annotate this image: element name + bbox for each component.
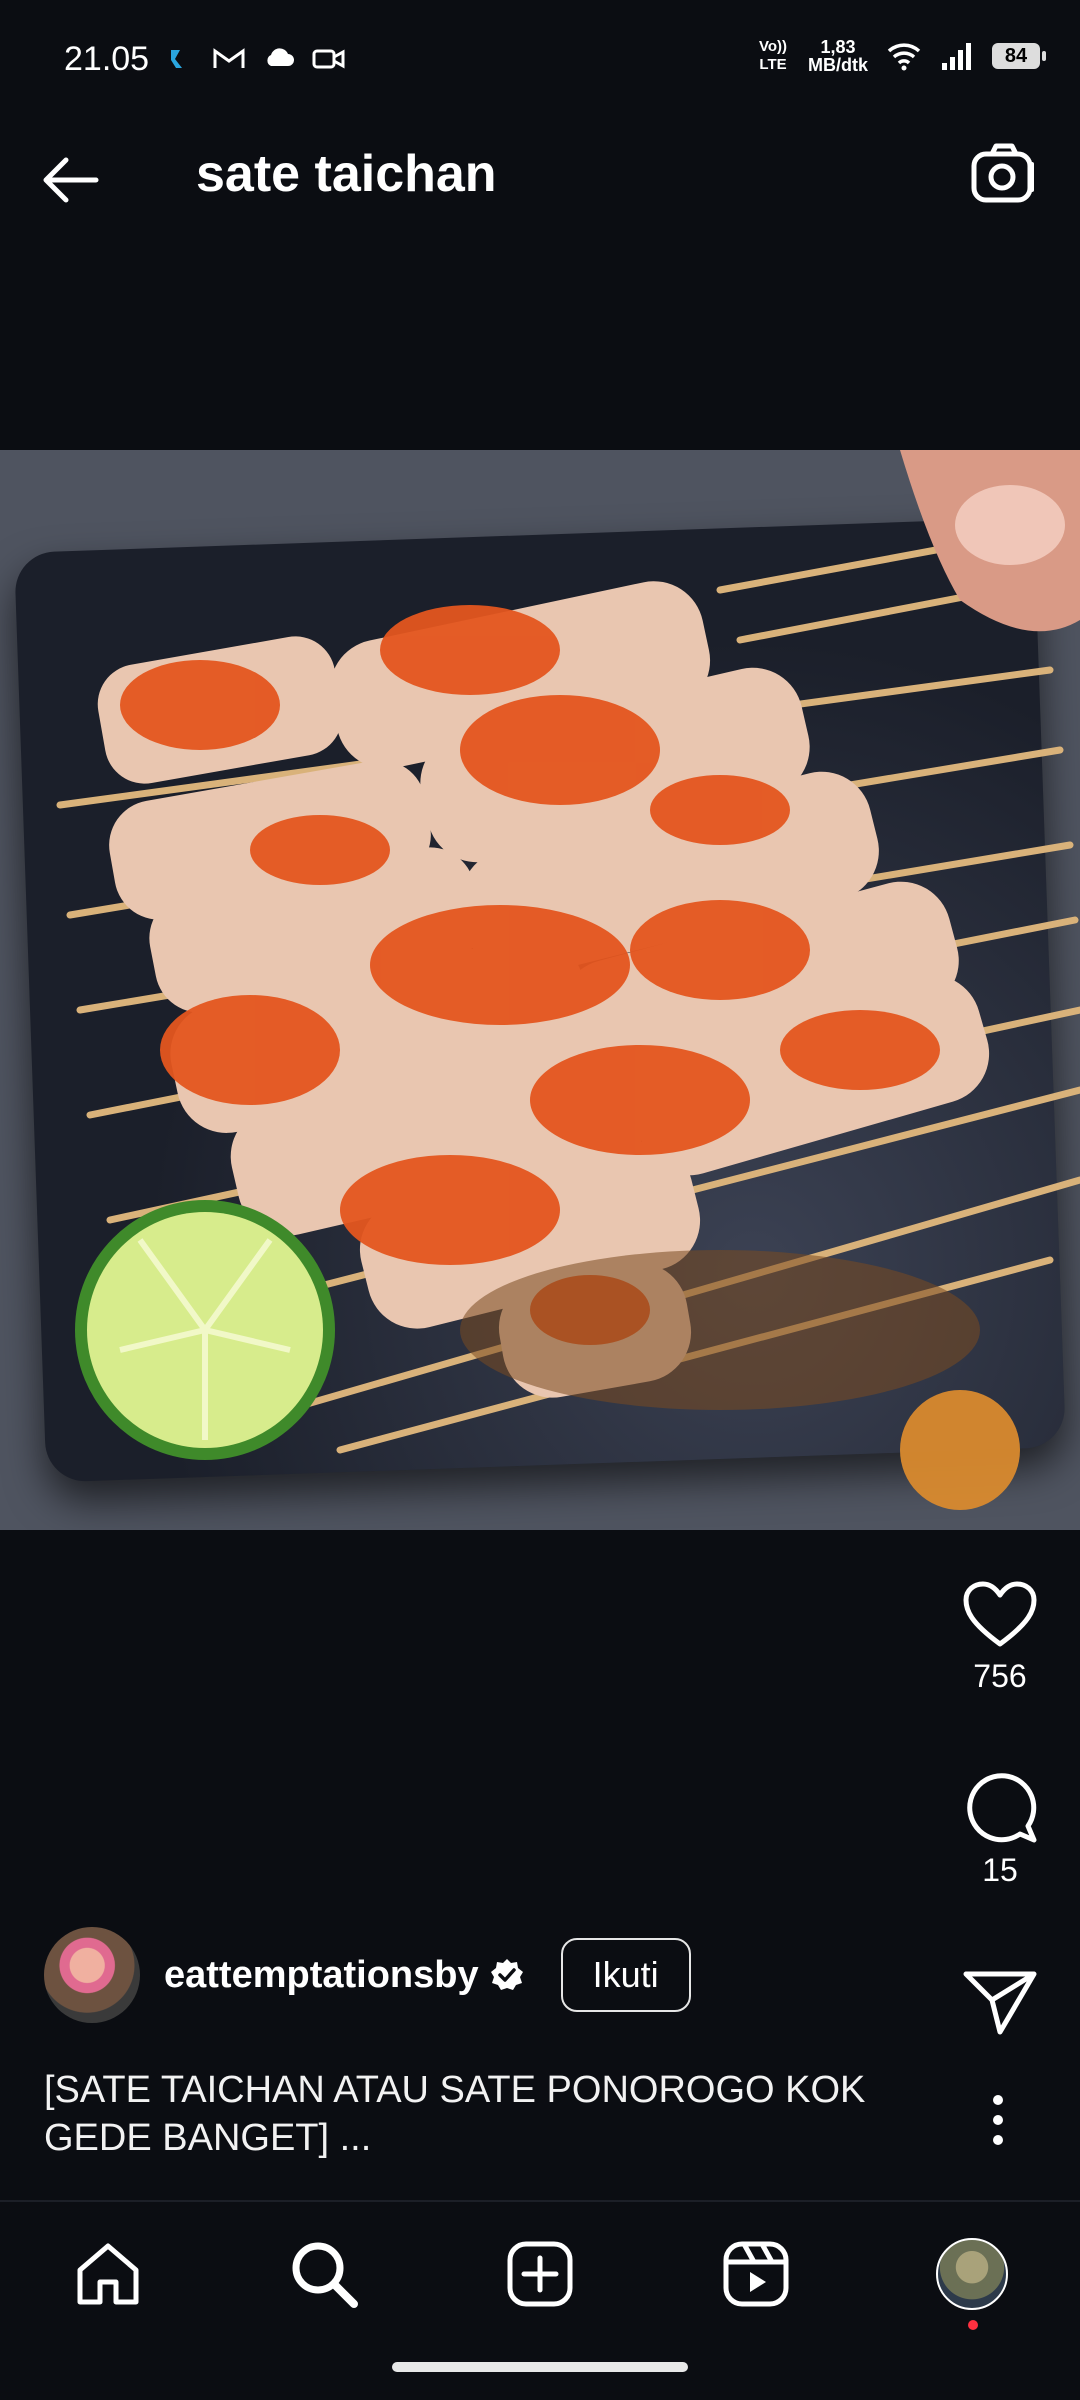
status-bar: 21.05 Vo)) LTE 1,83 MB/dtk 84 bbox=[0, 0, 1080, 92]
follow-button[interactable]: Ikuti bbox=[560, 1938, 691, 2012]
home-indicator[interactable] bbox=[392, 2362, 688, 2372]
bottom-nav bbox=[0, 2200, 1080, 2342]
share-action bbox=[950, 1968, 1050, 2038]
comment-count: 15 bbox=[982, 1852, 1018, 1888]
profile-nav[interactable] bbox=[936, 2238, 1008, 2330]
page-title: sate taichan bbox=[196, 145, 497, 203]
comment-action: 15 bbox=[950, 1768, 1050, 1889]
profile-avatar[interactable] bbox=[936, 2238, 1008, 2310]
top-bar: sate taichan bbox=[0, 110, 1080, 230]
app-notification-icon bbox=[171, 50, 182, 68]
camera-icon[interactable] bbox=[968, 140, 1040, 212]
status-time: 21.05 bbox=[64, 40, 150, 78]
send-icon[interactable] bbox=[962, 1968, 1038, 2038]
author-row: eattemptationsby Ikuti bbox=[44, 1925, 691, 2025]
lime bbox=[75, 1200, 335, 1460]
verified-badge-icon bbox=[490, 1959, 523, 1990]
status-right-group: Vo)) LTE 1,83 MB/dtk 84 bbox=[756, 38, 1046, 74]
like-action: 756 bbox=[950, 1580, 1050, 1695]
gmail-icon bbox=[213, 48, 245, 68]
signal-icon bbox=[942, 43, 971, 70]
author-username[interactable]: eattemptationsby bbox=[164, 1954, 479, 1997]
post-image[interactable] bbox=[0, 450, 1080, 1530]
author-avatar[interactable] bbox=[44, 1927, 140, 2023]
arrow-left-icon[interactable] bbox=[36, 144, 108, 216]
post-caption[interactable]: [SATE TAICHAN ATAU SATE PONOROGO KOK GED… bbox=[44, 2066, 944, 2162]
video-record-icon bbox=[312, 49, 345, 69]
search-icon[interactable] bbox=[288, 2238, 360, 2310]
volte-indicator: Vo)) LTE bbox=[758, 38, 788, 73]
network-speed-unit: MB/dtk bbox=[808, 55, 868, 75]
comment-icon[interactable] bbox=[962, 1768, 1038, 1844]
food-illustration bbox=[56, 450, 1080, 1510]
network-speed-value: 1,83 bbox=[820, 37, 856, 57]
more-vertical-icon[interactable] bbox=[978, 2090, 1018, 2150]
reels-icon[interactable] bbox=[720, 2238, 792, 2310]
home-icon[interactable] bbox=[72, 2238, 144, 2310]
like-count: 756 bbox=[973, 1658, 1027, 1694]
heart-icon[interactable] bbox=[962, 1580, 1038, 1650]
battery-indicator: 84 bbox=[992, 43, 1046, 69]
cloud-icon bbox=[267, 48, 294, 66]
add-icon[interactable] bbox=[504, 2238, 576, 2310]
network-speed: 1,83 MB/dtk bbox=[808, 38, 868, 74]
notification-dot bbox=[968, 2320, 978, 2330]
wifi-icon bbox=[887, 43, 921, 71]
